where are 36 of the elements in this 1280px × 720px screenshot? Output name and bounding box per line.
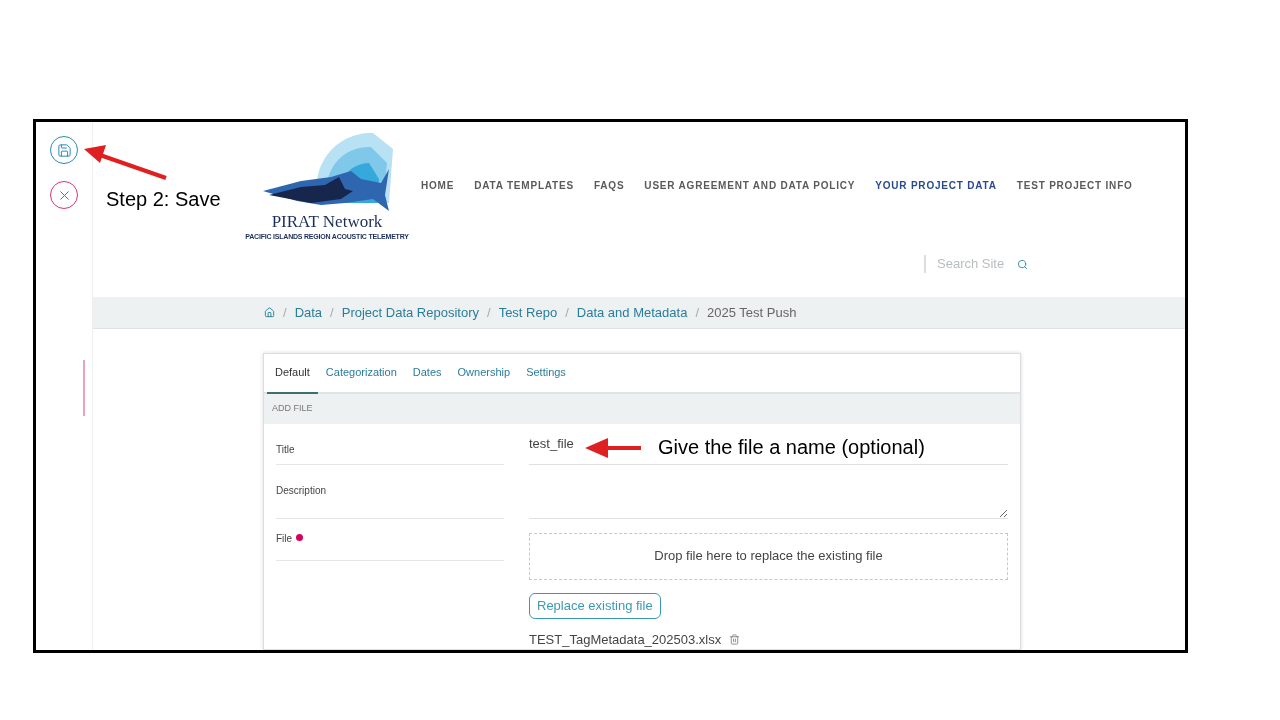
trash-icon[interactable] <box>729 633 741 645</box>
breadcrumb-link[interactable]: Data and Metadata <box>576 302 688 322</box>
nav-link[interactable]: DATA TEMPLATES <box>474 178 574 193</box>
breadcrumb-link[interactable]: Project Data Repository <box>341 302 479 322</box>
breadcrumb-separator: / <box>695 303 699 322</box>
search-field[interactable]: Search Site <box>937 254 1013 274</box>
breadcrumb-separator: / <box>565 303 569 322</box>
nav-link[interactable]: FAQS <box>593 178 625 193</box>
breadcrumb-link[interactable]: Data <box>294 302 323 322</box>
form-tab[interactable]: Dates <box>404 353 450 394</box>
breadcrumb-link[interactable]: Test Repo <box>498 302 558 322</box>
hint-annotation: Give the file a name (optional) <box>658 435 925 460</box>
nav-link[interactable]: TEST PROJECT INFO <box>1016 178 1133 193</box>
breadcrumb-current: 2025 Test Push <box>707 303 797 322</box>
nav-link[interactable]: USER AGREEMENT AND DATA POLICY <box>644 178 856 193</box>
form-tab[interactable]: Ownership <box>449 353 519 394</box>
file-name: TEST_TagMetadata_202503.xlsx <box>529 630 722 649</box>
pointer-arrow <box>585 438 641 458</box>
logo-title: PIRAT Network <box>271 212 383 232</box>
field-label: Title <box>276 443 295 455</box>
file-dropzone[interactable]: Drop file here to replace the existing file <box>529 532 1008 580</box>
nav-link[interactable]: YOUR PROJECT DATA <box>875 178 997 193</box>
field-label: File <box>276 531 293 546</box>
home-icon <box>264 306 275 318</box>
step-annotation: Step 2: Save <box>106 187 221 212</box>
nav-link[interactable]: HOME <box>421 178 455 193</box>
save-icon <box>56 142 72 158</box>
form-tab[interactable]: Categorization <box>317 353 405 394</box>
breadcrumb-separator: / <box>283 303 287 322</box>
field-label: Description <box>276 484 327 496</box>
form-tab[interactable]: Settings <box>518 353 574 394</box>
breadcrumb-separator: / <box>487 303 491 322</box>
section-header: ADD FILE <box>264 393 1020 424</box>
accent-bar <box>83 360 85 416</box>
search-icon <box>1017 258 1028 270</box>
breadcrumb-separator: / <box>330 303 334 322</box>
